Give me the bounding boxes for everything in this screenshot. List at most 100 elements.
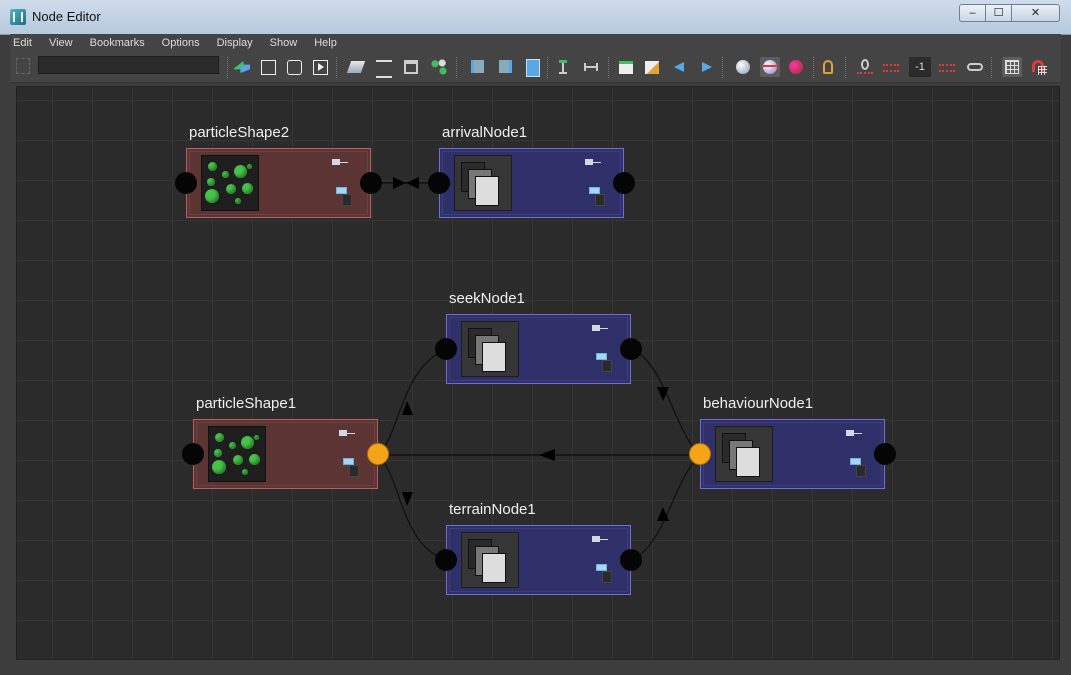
output-port-active[interactable] <box>367 443 389 465</box>
pin-icon[interactable] <box>332 158 348 166</box>
node-graph-canvas[interactable]: particleShape2 arrivalNode1 seekNode1 pa… <box>16 86 1060 660</box>
toolbar-separator <box>456 57 459 78</box>
pin-selected-button[interactable] <box>553 57 573 77</box>
zoom-level-field[interactable]: -1 <box>909 57 931 77</box>
attribute-mode-icon[interactable] <box>589 187 605 206</box>
menu-help[interactable]: Help <box>304 34 344 53</box>
clear-graph-button[interactable] <box>346 57 366 77</box>
menu-show[interactable]: Show <box>260 34 305 53</box>
input-port[interactable] <box>428 172 450 194</box>
frame-all-button[interactable] <box>258 57 278 77</box>
graph-swap-icon <box>234 61 250 73</box>
maximize-button[interactable]: ☐ <box>985 4 1012 22</box>
input-output-button[interactable] <box>522 57 542 77</box>
show-shapes-button[interactable] <box>733 57 753 77</box>
attribute-mode-icon[interactable] <box>850 458 866 477</box>
simple-mode-button[interactable] <box>855 57 875 77</box>
window-title-bar[interactable]: Node Editor ‒ ☐ ✕ <box>0 0 1071 35</box>
output-port[interactable] <box>874 443 896 465</box>
menu-display[interactable]: Display <box>207 34 260 53</box>
dependency-node-thumbnail <box>461 321 519 377</box>
input-port[interactable] <box>182 443 204 465</box>
menu-view[interactable]: View <box>39 34 80 53</box>
snap-button[interactable] <box>1029 57 1049 77</box>
unpin-icon <box>584 63 598 71</box>
node-behaviournode1[interactable] <box>700 419 885 489</box>
node-particleshape1[interactable] <box>193 419 378 489</box>
show-shaders-button[interactable] <box>760 57 780 77</box>
graph-swap-button[interactable] <box>232 57 252 77</box>
pin-icon[interactable] <box>592 535 608 543</box>
next-bookmark-button[interactable] <box>696 57 716 77</box>
show-materials-button[interactable] <box>786 57 806 77</box>
node-label-particleshape1: particleShape1 <box>196 395 297 412</box>
menu-bar: Edit View Bookmarks Options Display Show Help <box>10 34 1061 53</box>
previous-bookmark-button[interactable] <box>670 57 690 77</box>
output-port[interactable] <box>620 338 642 360</box>
toolbar-separator <box>845 57 848 78</box>
toolbar-separator <box>227 57 230 78</box>
input-connections-button[interactable] <box>466 57 486 77</box>
toolbar-separator <box>608 57 611 78</box>
input-port[interactable] <box>175 172 197 194</box>
unpin-button[interactable] <box>581 57 601 77</box>
close-button[interactable]: ✕ <box>1011 4 1060 22</box>
input-port-active[interactable] <box>689 443 711 465</box>
grip-icon[interactable] <box>16 58 30 74</box>
connected-mode-icon <box>883 64 899 68</box>
pin-icon[interactable] <box>846 429 862 437</box>
pin-icon[interactable] <box>592 324 608 332</box>
attribute-mode-icon[interactable] <box>336 187 352 206</box>
attribute-mode-icon[interactable] <box>596 564 612 583</box>
toolbar-separator <box>336 57 339 78</box>
menu-edit[interactable]: Edit <box>10 34 39 53</box>
node-label-behaviournode1: behaviourNode1 <box>703 395 814 412</box>
node-particleshape2[interactable] <box>186 148 371 218</box>
pin-icon[interactable] <box>339 429 355 437</box>
edit-bookmark-button[interactable] <box>642 57 662 77</box>
attribute-mode-icon[interactable] <box>343 458 359 477</box>
frame-selected-button[interactable] <box>284 57 304 77</box>
next-bookmark-icon <box>702 62 712 72</box>
add-bookmark-button[interactable] <box>616 57 636 77</box>
input-port[interactable] <box>435 549 457 571</box>
play-button[interactable] <box>310 57 330 77</box>
node-terrainnode1[interactable] <box>446 525 631 595</box>
input-port[interactable] <box>435 338 457 360</box>
menu-bookmarks[interactable]: Bookmarks <box>80 34 152 53</box>
minimize-button[interactable]: ‒ <box>959 4 986 22</box>
search-input[interactable] <box>38 56 219 74</box>
show-shaders-icon <box>763 60 777 74</box>
remove-selected-button[interactable] <box>401 57 421 77</box>
input-connections-icon <box>471 60 484 73</box>
attribute-mode-icon[interactable] <box>596 353 612 372</box>
lock-icon <box>823 60 833 74</box>
add-selected-icon <box>376 60 392 78</box>
dependency-node-thumbnail <box>715 426 773 482</box>
node-label-arrivalnode1: arrivalNode1 <box>442 124 528 141</box>
grid-toggle-icon <box>1005 60 1019 74</box>
node-seeknode1[interactable] <box>446 314 631 384</box>
all-attributes-button[interactable] <box>937 57 957 77</box>
dependency-node-thumbnail <box>454 155 512 211</box>
pin-icon[interactable] <box>585 158 601 166</box>
toolbar: -1 <box>10 53 1061 83</box>
output-port[interactable] <box>360 172 382 194</box>
edit-bookmark-icon <box>645 61 659 74</box>
add-selected-button[interactable] <box>374 57 394 78</box>
menu-options[interactable]: Options <box>152 34 207 53</box>
zoom-button[interactable] <box>965 57 985 77</box>
output-port[interactable] <box>620 549 642 571</box>
output-port[interactable] <box>613 172 635 194</box>
graph-layout-button[interactable] <box>429 57 449 77</box>
grid-toggle-button[interactable] <box>1002 57 1022 77</box>
wire-arrow <box>402 492 413 506</box>
output-connections-button[interactable] <box>494 57 514 77</box>
wire-arrow <box>539 449 555 461</box>
node-arrivalnode1[interactable] <box>439 148 624 218</box>
output-connections-icon <box>499 60 512 73</box>
particles-thumbnail <box>201 155 259 211</box>
graph-layout-icon <box>431 59 447 75</box>
lock-button[interactable] <box>818 57 838 77</box>
connected-mode-button[interactable] <box>881 57 901 77</box>
